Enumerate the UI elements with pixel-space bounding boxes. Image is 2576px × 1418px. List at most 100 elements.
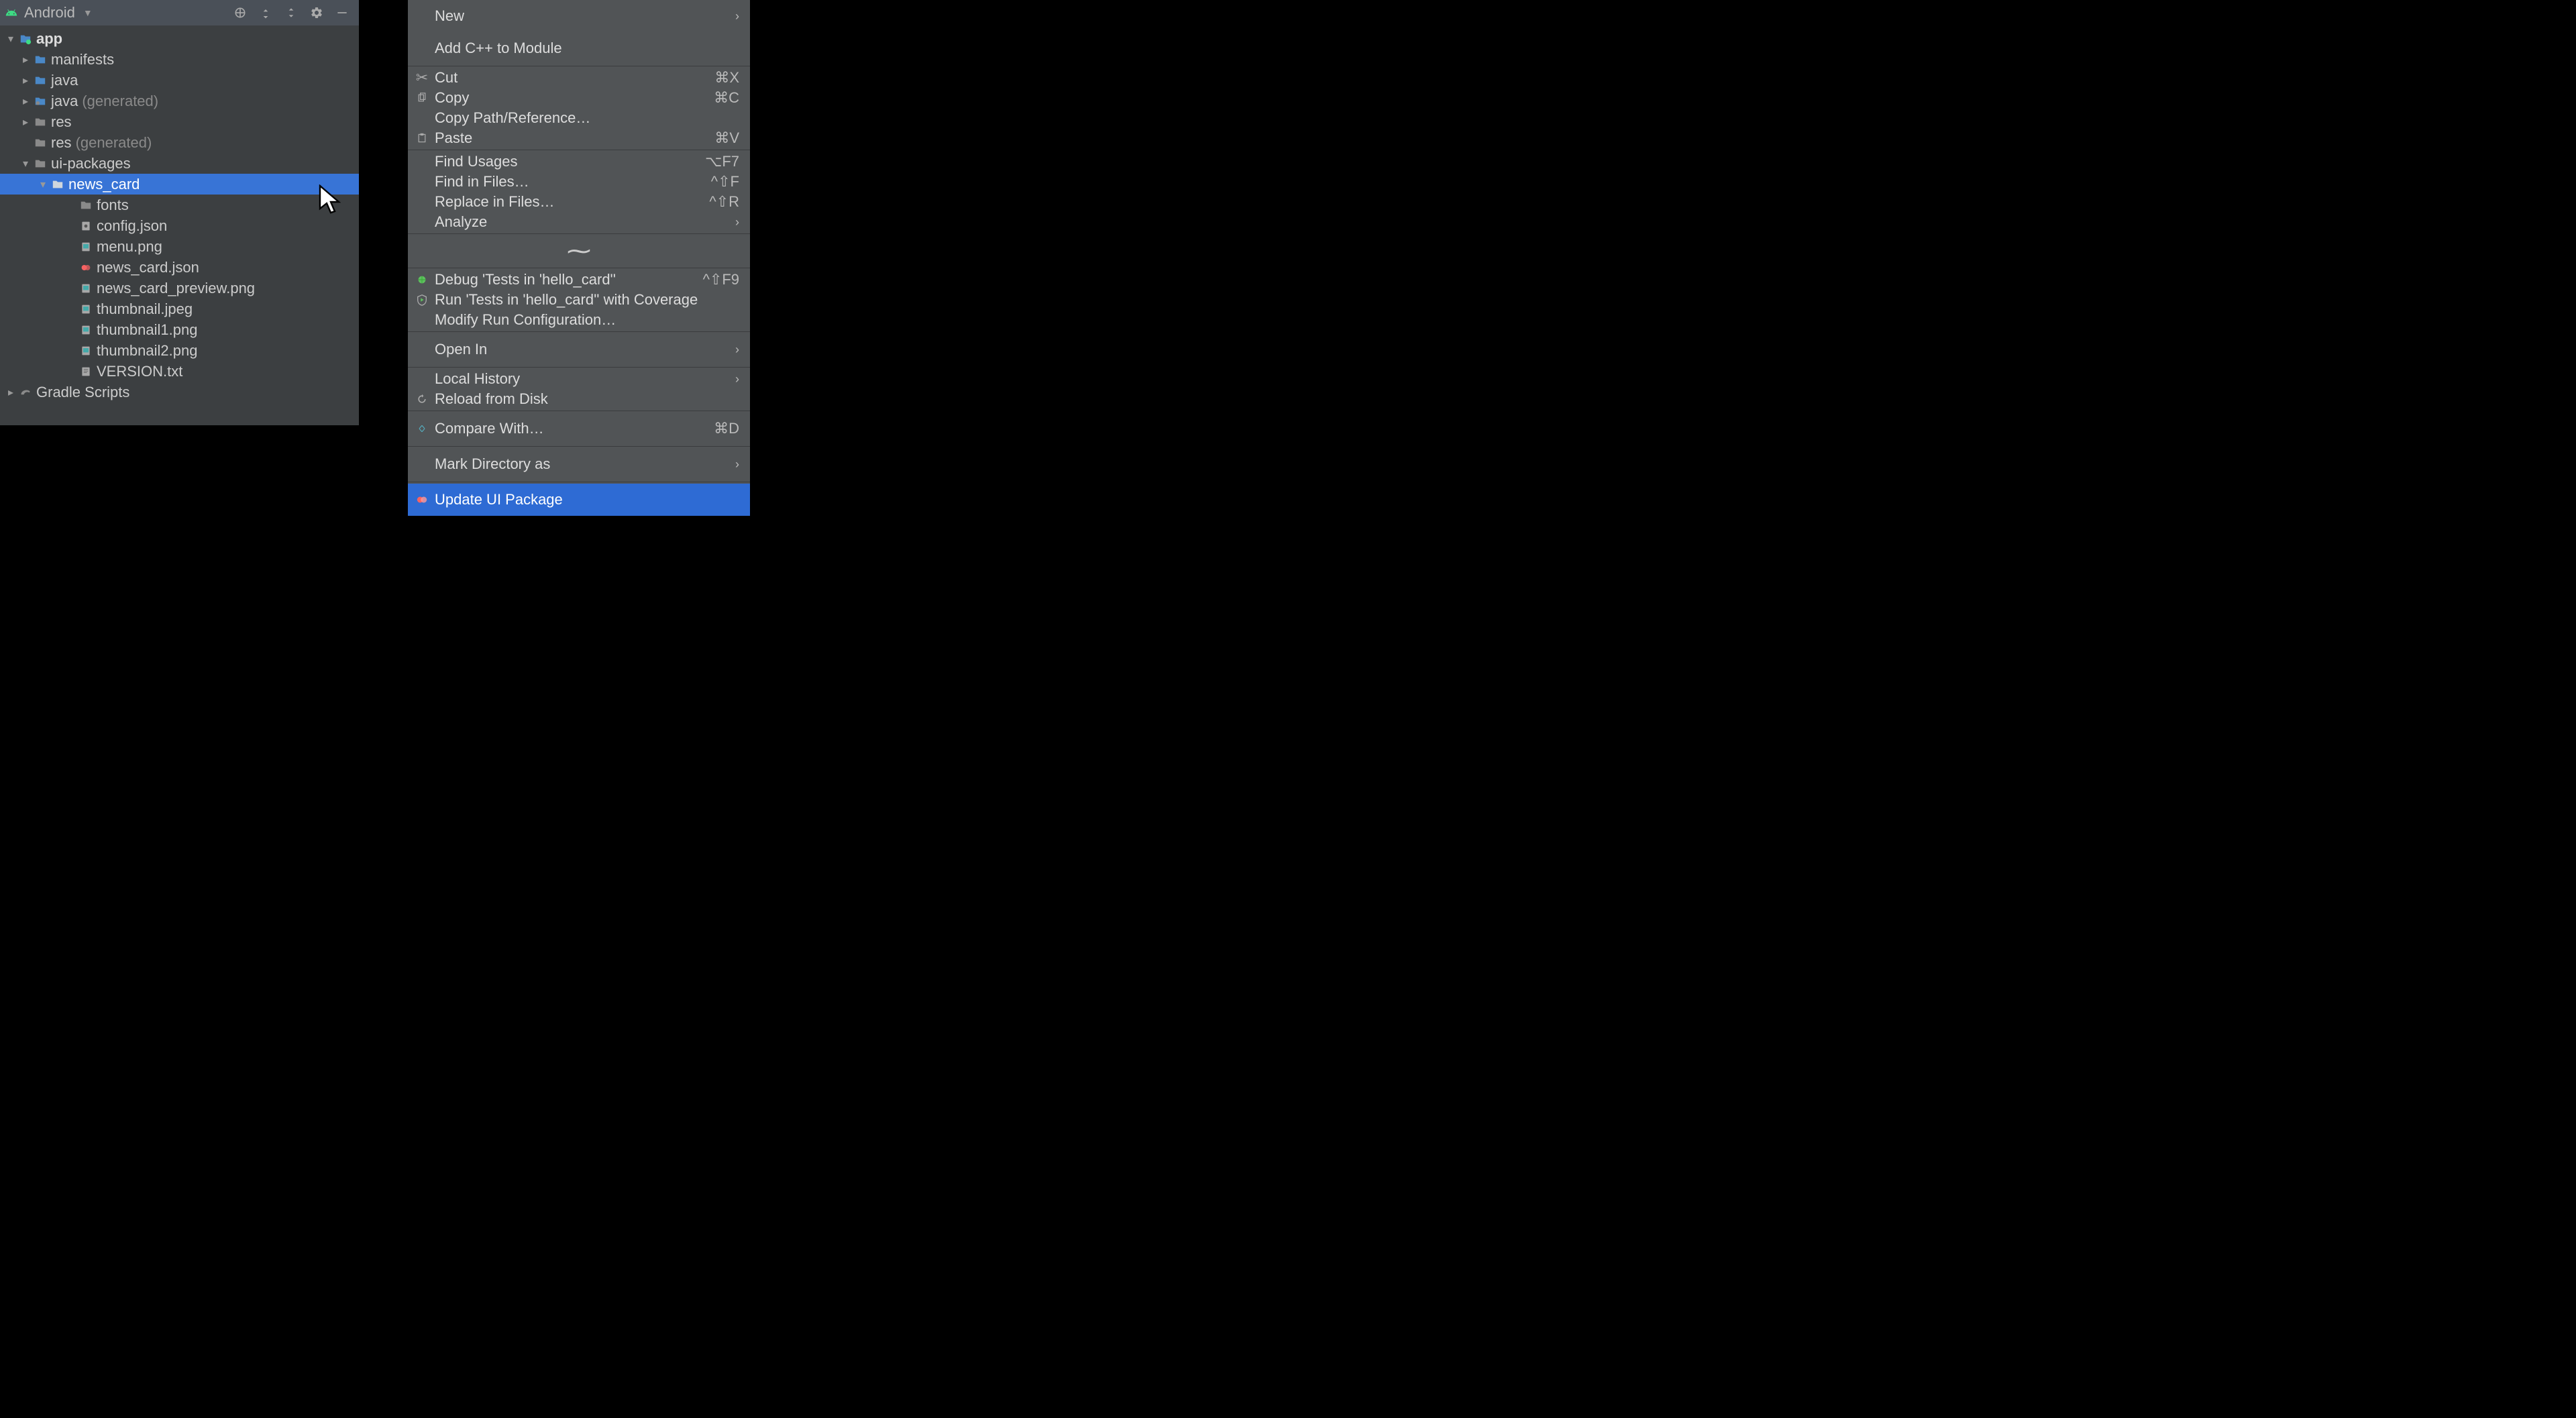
menu-shortcut: ^⇧F9 [703, 271, 739, 288]
tree-item-manifests[interactable]: manifests [0, 49, 359, 70]
generated-folder-icon [34, 95, 47, 108]
menu-label: Replace in Files… [435, 193, 701, 211]
submenu-chevron-icon: › [735, 457, 739, 472]
menu-item-copy-path[interactable]: Copy Path/Reference… [408, 108, 750, 128]
expand-all-icon[interactable] [258, 5, 273, 20]
menu-item-update-ui-package[interactable]: Update UI Package [408, 484, 750, 516]
menu-label: Find in Files… [435, 173, 703, 190]
tree-label: Gradle Scripts [36, 384, 129, 401]
menu-item-find-usages[interactable]: Find Usages ⌥F7 [408, 152, 750, 172]
menu-item-cut[interactable]: ✂ Cut ⌘X [408, 68, 750, 88]
menu-label: Analyze [435, 213, 727, 231]
menu-item-local-history[interactable]: Local History › [408, 369, 750, 389]
dropdown-arrow-icon[interactable]: ▼ [83, 7, 93, 18]
tree-label: news_card [68, 176, 140, 193]
select-opened-file-icon[interactable] [233, 5, 248, 20]
copy-icon [415, 91, 429, 105]
menu-item-compare-with[interactable]: Compare With… ⌘D [408, 413, 750, 445]
menu-item-replace-in-files[interactable]: Replace in Files… ^⇧R [408, 192, 750, 212]
tree-label: app [36, 30, 62, 48]
tree-label: res [51, 113, 72, 131]
tree-item-java-generated[interactable]: java (generated) [0, 91, 359, 111]
menu-shortcut: ⌘D [714, 420, 739, 437]
menu-item-mark-directory[interactable]: Mark Directory as › [408, 448, 750, 480]
submenu-chevron-icon: › [735, 215, 739, 229]
tree-label: res [51, 134, 72, 152]
tree-item-news-card[interactable]: news_card [0, 174, 359, 195]
tree-label: manifests [51, 51, 114, 68]
cut-icon: ✂ [415, 70, 429, 85]
menu-item-copy[interactable]: Copy ⌘C [408, 88, 750, 108]
relay-icon [415, 492, 429, 507]
tree-item-app[interactable]: app [0, 28, 359, 49]
menu-label: New [435, 7, 727, 25]
tree-item-gradle-scripts[interactable]: Gradle Scripts [0, 382, 359, 402]
menu-item-new[interactable]: New › [408, 0, 750, 32]
menu-label: Copy [435, 89, 706, 107]
text-file-icon [79, 365, 93, 378]
menu-item-paste[interactable]: Paste ⌘V [408, 128, 750, 148]
tree-item-res[interactable]: res [0, 111, 359, 132]
collapse-all-icon[interactable] [284, 5, 299, 20]
reload-icon [415, 392, 429, 406]
menu-label: Add C++ to Module [435, 40, 739, 57]
menu-item-reload-disk[interactable]: Reload from Disk [408, 389, 750, 409]
menu-item-add-cpp[interactable]: Add C++ to Module [408, 32, 750, 64]
tree-label-suffix: (generated) [82, 93, 158, 110]
tree-label: thumbnail.jpeg [97, 301, 193, 318]
menu-shortcut: ⌘C [714, 89, 739, 107]
tree-item-thumbnail-jpeg[interactable]: thumbnail.jpeg [0, 298, 359, 319]
tree-item-thumbnail2-png[interactable]: thumbnail2.png [0, 340, 359, 361]
tree-label: fonts [97, 197, 129, 214]
tree-label: thumbnail2.png [97, 342, 197, 360]
tree-item-fonts[interactable]: fonts [0, 195, 359, 215]
menu-item-analyze[interactable]: Analyze › [408, 212, 750, 232]
menu-label: Find Usages [435, 153, 697, 170]
menu-item-modify-run[interactable]: Modify Run Configuration… [408, 310, 750, 330]
menu-item-open-in[interactable]: Open In › [408, 333, 750, 366]
settings-icon[interactable] [309, 5, 324, 20]
menu-item-find-in-files[interactable]: Find in Files… ^⇧F [408, 172, 750, 192]
menu-label: Modify Run Configuration… [435, 311, 739, 329]
menu-label: Compare With… [435, 420, 706, 437]
paste-icon [415, 131, 429, 146]
hide-icon[interactable] [335, 5, 350, 20]
submenu-chevron-icon: › [735, 372, 739, 386]
menu-label: Paste [435, 129, 706, 147]
tree-item-version-txt[interactable]: VERSION.txt [0, 361, 359, 382]
folder-icon [51, 178, 64, 191]
panel-title[interactable]: Android [24, 4, 75, 21]
submenu-chevron-icon: › [735, 9, 739, 23]
tree-label: config.json [97, 217, 167, 235]
res-folder-icon [34, 157, 47, 170]
tree-item-news-card-preview-png[interactable]: news_card_preview.png [0, 278, 359, 298]
tree-item-thumbnail1-png[interactable]: thumbnail1.png [0, 319, 359, 340]
menu-shortcut: ⌥F7 [705, 153, 739, 170]
tree-item-news-card-json[interactable]: news_card.json [0, 257, 359, 278]
tree-label: thumbnail1.png [97, 321, 197, 339]
folder-icon [79, 199, 93, 212]
image-file-icon [79, 282, 93, 295]
tree-item-res-generated[interactable]: res (generated) [0, 132, 359, 153]
tree-item-ui-packages[interactable]: ui-packages [0, 153, 359, 174]
context-menu: New › Add C++ to Module ✂ Cut ⌘X Copy ⌘C… [408, 0, 750, 516]
menu-wavy-separator: ⁓ [408, 235, 750, 266]
json-file-icon [79, 219, 93, 233]
tree-item-menu-png[interactable]: menu.png [0, 236, 359, 257]
folder-icon [34, 74, 47, 87]
tree-label-suffix: (generated) [76, 134, 152, 152]
project-tree: app manifests java java (generated) res … [0, 25, 359, 425]
menu-item-debug-tests[interactable]: Debug 'Tests in 'hello_card'' ^⇧F9 [408, 270, 750, 290]
res-folder-icon [34, 136, 47, 150]
gradle-icon [19, 386, 32, 399]
tree-item-config-json[interactable]: config.json [0, 215, 359, 236]
menu-item-run-coverage[interactable]: Run 'Tests in 'hello_card'' with Coverag… [408, 290, 750, 310]
tree-item-java[interactable]: java [0, 70, 359, 91]
menu-separator [408, 233, 750, 234]
menu-separator [408, 367, 750, 368]
image-file-icon [79, 323, 93, 337]
debug-icon [415, 272, 429, 287]
menu-separator [408, 446, 750, 447]
tree-label: menu.png [97, 238, 162, 256]
menu-label: Mark Directory as [435, 455, 727, 473]
